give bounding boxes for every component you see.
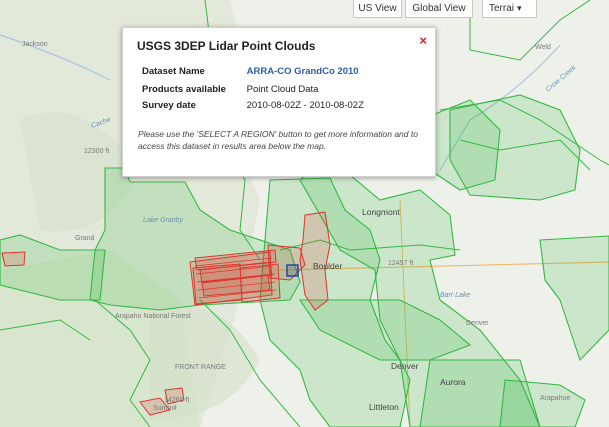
label-summit: Summit: [153, 405, 177, 412]
popup-note: Please use the 'SELECT A REGION' button …: [138, 129, 418, 151]
popup-row-key: Dataset Name: [142, 66, 205, 77]
label-arapahoe: Arapahoe: [540, 395, 570, 402]
popup-row-value: 2010-08-02Z - 2010-08-02Z: [246, 100, 364, 111]
global-view-button[interactable]: Global View: [405, 0, 473, 18]
popup-title: USGS 3DEP Lidar Point Clouds: [137, 39, 316, 53]
label-denver: Denver: [391, 361, 419, 371]
label-weld: Weld: [535, 44, 551, 51]
us-view-button[interactable]: US View: [353, 0, 402, 18]
label-lake-granby: Lake Granby: [143, 217, 184, 224]
label-elev1: 12300 ft: [84, 148, 109, 155]
basemap-select-value: Terrai: [489, 3, 515, 14]
label-jackson: Jackson: [22, 41, 48, 48]
label-elev3: 14265 ft: [164, 397, 189, 404]
popup-row-dataset: Dataset Name ARRA-CO GrandCo 2010: [142, 66, 359, 77]
label-boulder: Boulder: [313, 261, 342, 271]
label-elev2: 12457 ft: [388, 260, 413, 267]
label-aurora: Aurora: [440, 377, 466, 387]
label-front-range: FRONT RANGE: [175, 364, 226, 371]
basemap-select[interactable]: Terrai ▾: [482, 0, 537, 18]
popup-row-products: Products available Point Cloud Data: [142, 84, 318, 95]
label-denver-small: Denver: [466, 320, 489, 327]
label-littleton: Littleton: [369, 402, 399, 412]
label-arapaho-forest: Arapaho National Forest: [115, 313, 191, 320]
close-icon[interactable]: ×: [419, 33, 427, 48]
popup-row-survey-date: Survey date 2010-08-02Z - 2010-08-02Z: [142, 100, 364, 111]
label-longmont: Longmont: [362, 207, 400, 217]
popup-row-key: Products available: [142, 84, 226, 95]
label-grand: Grand: [75, 235, 95, 242]
popup-row-key: Survey date: [142, 100, 196, 111]
label-barr-lake: Barr Lake: [440, 292, 470, 299]
chevron-down-icon: ▾: [517, 3, 522, 13]
popup-row-value: Point Cloud Data: [246, 84, 319, 95]
dataset-name-link[interactable]: ARRA-CO GrandCo 2010: [247, 66, 359, 77]
dataset-popup: USGS 3DEP Lidar Point Clouds × Dataset N…: [122, 27, 436, 177]
